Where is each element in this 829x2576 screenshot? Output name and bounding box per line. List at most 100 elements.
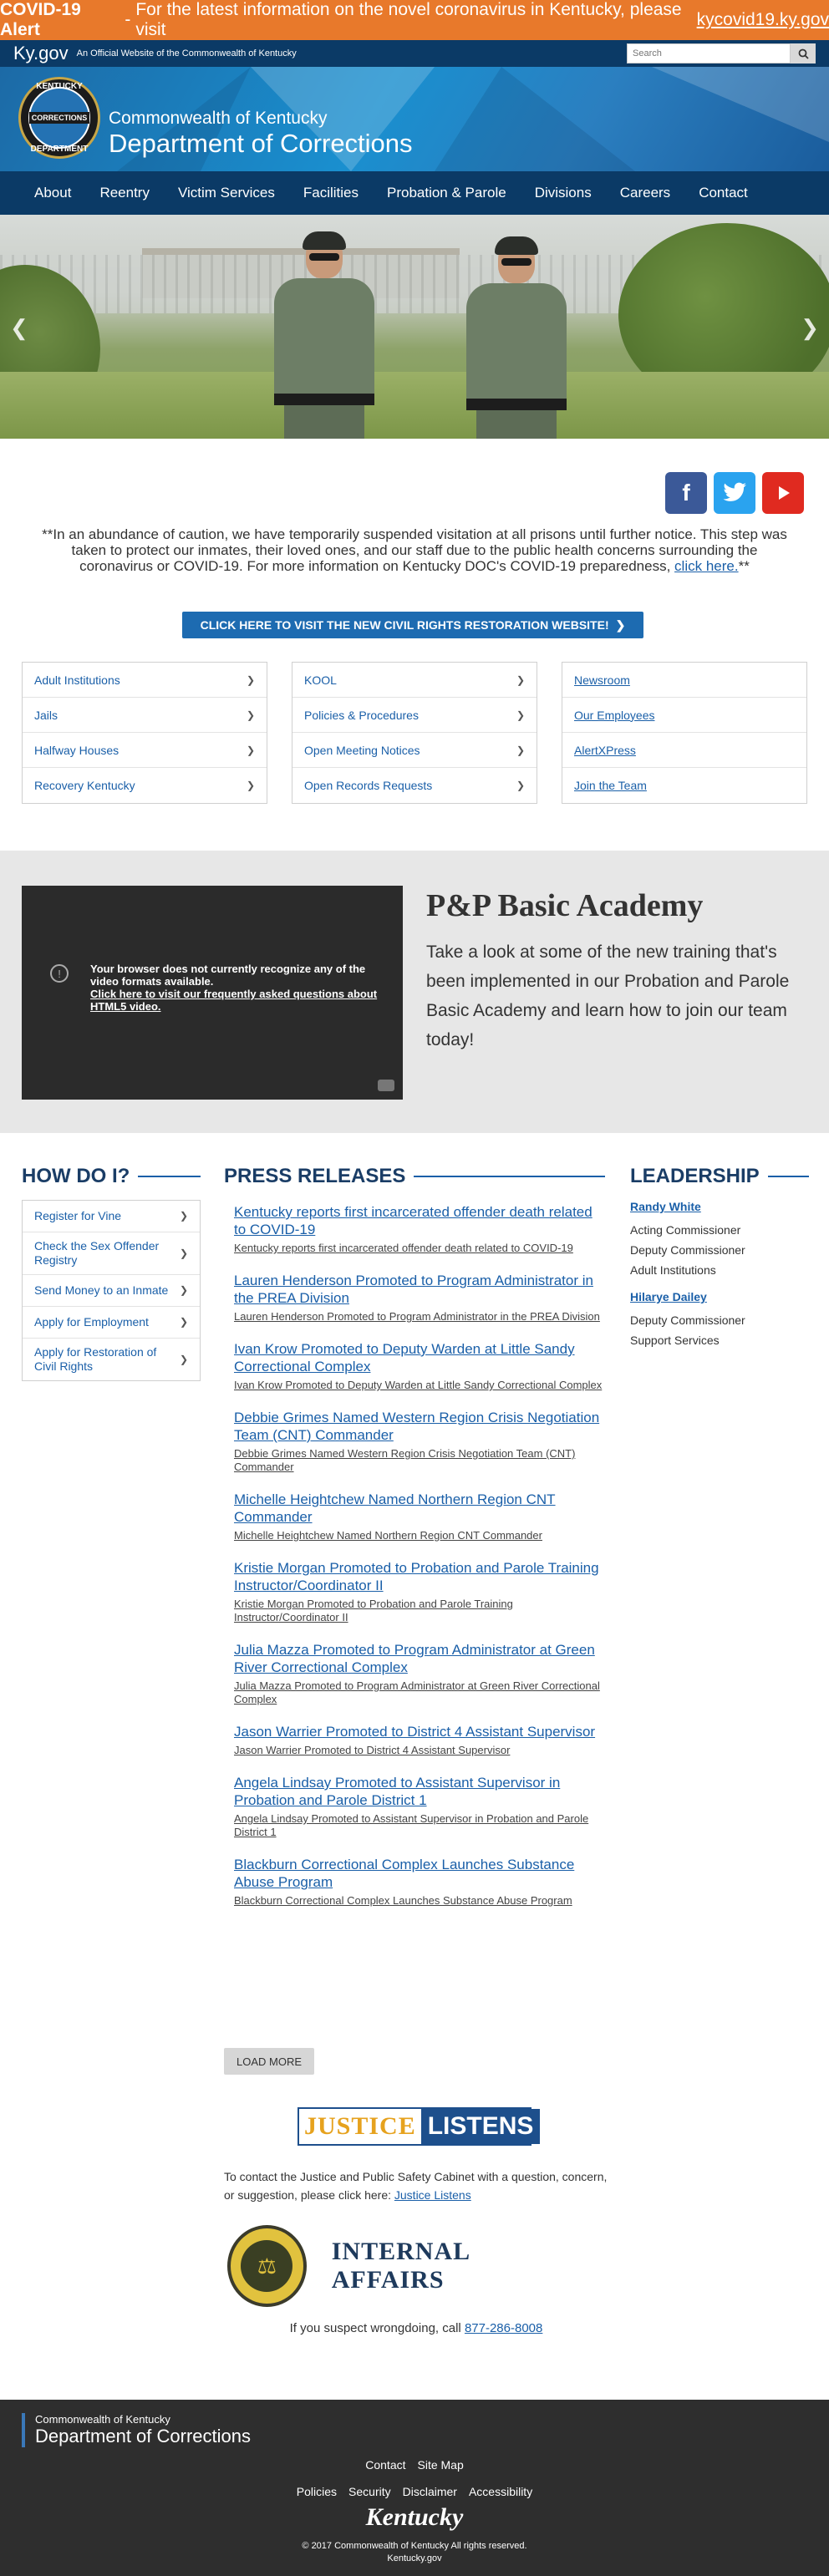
quick-link-recovery-kentucky[interactable]: Recovery Kentucky ❯	[23, 768, 267, 803]
how-do-i-item[interactable]: Send Money to an Inmate ❯	[23, 1275, 200, 1307]
quick-link-halfway-houses[interactable]: Halfway Houses ❯	[23, 733, 267, 768]
notice-link[interactable]: click here.	[674, 558, 739, 574]
nav-item-divisions[interactable]: Divisions	[521, 185, 606, 201]
press-release-title[interactable]: Angela Lindsay Promoted to Assistant Sup…	[234, 1774, 605, 1809]
justice-listens-logo[interactable]: JUSTICE LISTENS	[298, 2107, 541, 2154]
facebook-icon[interactable]: f	[665, 472, 707, 514]
heading-rule	[414, 1176, 605, 1177]
nav-item-careers[interactable]: Careers	[606, 185, 684, 201]
press-release-summary[interactable]: Blackburn Correctional Complex Launches …	[234, 1894, 605, 1908]
chevron-right-icon: ❯	[179, 1316, 188, 1328]
press-release-summary[interactable]: Angela Lindsay Promoted to Assistant Sup…	[234, 1812, 605, 1839]
justice-listens-banner: JUSTICE LISTENS	[298, 2107, 541, 2146]
load-more-button[interactable]: LOAD MORE	[224, 2048, 314, 2075]
footer-link-accessibility[interactable]: Accessibility	[469, 2485, 532, 2498]
press-release-item: Kristie Morgan Promoted to Probation and…	[234, 1559, 605, 1624]
press-release-title[interactable]: Julia Mazza Promoted to Program Administ…	[234, 1641, 605, 1676]
video-faq-link[interactable]: Click here to visit our frequently asked…	[90, 988, 377, 1013]
press-release-title[interactable]: Lauren Henderson Promoted to Program Adm…	[234, 1272, 605, 1307]
kygov-bar: Ky.gov An Official Website of the Common…	[0, 40, 829, 67]
quick-link-open-meeting-notices[interactable]: Open Meeting Notices ❯	[292, 733, 537, 768]
press-release-summary[interactable]: Kristie Morgan Promoted to Probation and…	[234, 1598, 605, 1624]
search-input[interactable]	[627, 43, 791, 64]
chevron-right-icon: ❯	[516, 709, 525, 721]
footer-link-policies[interactable]: Policies	[297, 2485, 337, 2498]
press-release-summary[interactable]: Lauren Henderson Promoted to Program Adm…	[234, 1310, 605, 1324]
quick-link-jails[interactable]: Jails ❯	[23, 698, 267, 733]
internal-affairs-phone-link[interactable]: 877-286-8008	[465, 2321, 542, 2335]
justice-listens-link[interactable]: Justice Listens	[394, 2188, 471, 2202]
press-release-title[interactable]: Jason Warrier Promoted to District 4 Ass…	[234, 1723, 605, 1740]
press-release-summary[interactable]: Ivan Krow Promoted to Deputy Warden at L…	[234, 1379, 605, 1392]
how-do-i-item[interactable]: Apply for Employment ❯	[23, 1307, 200, 1339]
justice-contact-text: To contact the Justice and Public Safety…	[224, 2167, 608, 2204]
quick-link-policies[interactable]: Policies & Procedures ❯	[292, 698, 537, 733]
nav-item-reentry[interactable]: Reentry	[85, 185, 164, 201]
footer-link-contact[interactable]: Contact	[365, 2458, 405, 2472]
footer-link-site-map[interactable]: Site Map	[418, 2458, 464, 2472]
corrections-seal[interactable]: KENTUCKY CORRECTIONS DEPARTMENT	[18, 77, 100, 159]
scales-icon: ⚖	[241, 2240, 293, 2292]
how-do-i-item[interactable]: Check the Sex Offender Registry ❯	[23, 1232, 200, 1275]
search-button[interactable]	[791, 43, 816, 64]
press-release-title[interactable]: Kristie Morgan Promoted to Probation and…	[234, 1559, 605, 1594]
footer-site-link[interactable]: Kentucky.gov	[0, 2553, 829, 2565]
press-releases-section: PRESS RELEASES Kentucky reports first in…	[224, 1165, 605, 1924]
leader-name[interactable]: Hilarye Dailey	[630, 1290, 809, 1303]
press-release-summary[interactable]: Debbie Grimes Named Western Region Crisi…	[234, 1447, 605, 1474]
press-release-title[interactable]: Kentucky reports first incarcerated offe…	[234, 1203, 605, 1238]
quick-link-alertxpress[interactable]: AlertXPress	[562, 733, 806, 768]
video-message: Your browser does not currently recogniz…	[90, 963, 391, 1013]
how-do-i-item[interactable]: Apply for Restoration of Civil Rights ❯	[23, 1339, 200, 1380]
press-release-list: Kentucky reports first incarcerated offe…	[224, 1203, 605, 1908]
social-links: f	[665, 472, 804, 514]
alert-link[interactable]: kycovid19.ky.gov	[697, 10, 829, 30]
press-release-summary[interactable]: Julia Mazza Promoted to Program Administ…	[234, 1679, 605, 1706]
quick-link-our-employees[interactable]: Our Employees	[562, 698, 806, 733]
header-line1: Commonwealth of Kentucky	[109, 109, 328, 128]
nav-item-facilities[interactable]: Facilities	[289, 185, 373, 201]
how-do-i-item[interactable]: Register for Vine ❯	[23, 1201, 200, 1232]
quick-link-join-the-team[interactable]: Join the Team	[562, 768, 806, 803]
kygov-logo[interactable]: Ky.gov	[13, 43, 69, 64]
chevron-right-icon: ❯	[246, 780, 255, 791]
seal-inner: CORRECTIONS	[28, 87, 90, 149]
leader-name[interactable]: Randy White	[630, 1200, 809, 1213]
footer-link-security[interactable]: Security	[348, 2485, 391, 2498]
nav-item-about[interactable]: About	[20, 185, 85, 201]
quick-links: Adult Institutions ❯ Jails ❯ Halfway House…	[22, 662, 807, 804]
civil-rights-button[interactable]: CLICK HERE TO VISIT THE NEW CIVIL RIGHTS…	[182, 612, 643, 638]
press-release-title[interactable]: Debbie Grimes Named Western Region Crisi…	[234, 1409, 605, 1444]
quick-link-open-records[interactable]: Open Records Requests ❯	[292, 768, 537, 803]
footer-brand[interactable]: Commonwealth of Kentucky Department of C…	[22, 2413, 251, 2447]
press-release-title[interactable]: Ivan Krow Promoted to Deputy Warden at L…	[234, 1340, 605, 1375]
press-release-item: Jason Warrier Promoted to District 4 Ass…	[234, 1723, 605, 1757]
youtube-icon[interactable]	[378, 1080, 394, 1091]
slider-next-icon[interactable]: ❯	[801, 315, 819, 341]
press-release-summary[interactable]: Michelle Heightchew Named Northern Regio…	[234, 1529, 605, 1542]
press-release-title[interactable]: Blackburn Correctional Complex Launches …	[234, 1856, 605, 1891]
quick-link-adult-institutions[interactable]: Adult Institutions ❯	[23, 663, 267, 698]
leader-role: Adult Institutions	[630, 1263, 716, 1277]
kentucky-logo[interactable]: Kentucky	[0, 2503, 829, 2532]
press-release-title[interactable]: Michelle Heightchew Named Northern Regio…	[234, 1491, 605, 1526]
search-icon	[798, 48, 809, 59]
footer-link-disclaimer[interactable]: Disclaimer	[403, 2485, 457, 2498]
nav-item-probation-parole[interactable]: Probation & Parole	[373, 185, 521, 201]
press-release-summary[interactable]: Jason Warrier Promoted to District 4 Ass…	[234, 1744, 605, 1757]
leadership-heading: LEADERSHIP	[630, 1165, 809, 1188]
press-release-summary[interactable]: Kentucky reports first incarcerated offe…	[234, 1242, 605, 1255]
press-release-item: Michelle Heightchew Named Northern Regio…	[234, 1491, 605, 1542]
seal-top-text: KENTUCKY	[36, 82, 83, 91]
academy-video-player[interactable]: ! Your browser does not currently recogn…	[22, 886, 403, 1100]
twitter-icon[interactable]	[714, 472, 755, 514]
internal-affairs-banner[interactable]: ⚖ INTERNAL AFFAIRS	[227, 2224, 578, 2308]
nav-item-contact[interactable]: Contact	[684, 185, 762, 201]
nav-item-victim-services[interactable]: Victim Services	[164, 185, 289, 201]
quick-link-newsroom[interactable]: Newsroom	[562, 663, 806, 698]
academy-title: P&P Basic Academy	[426, 888, 704, 923]
department-title[interactable]: Commonwealth of Kentucky Department of C…	[109, 109, 413, 159]
youtube-icon[interactable]	[762, 472, 804, 514]
slider-prev-icon[interactable]: ❮	[10, 315, 28, 341]
quick-link-kool[interactable]: KOOL ❯	[292, 663, 537, 698]
